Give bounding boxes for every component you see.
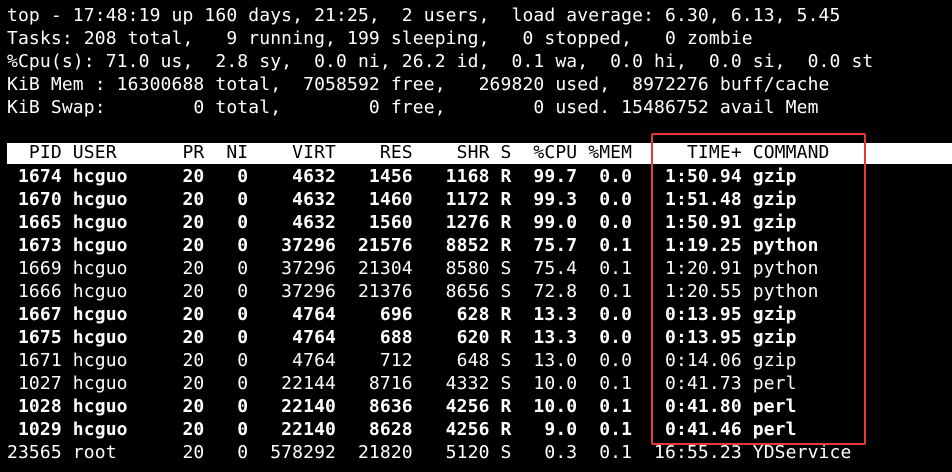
process-row: 1671 hcguo 20 0 4764 712 648 S 13.0 0.0 …	[7, 350, 797, 371]
summary-swap: KiB Swap: 0 total, 0 free, 0 used. 15486…	[7, 97, 819, 118]
process-row: 1669 hcguo 20 0 37296 21304 8580 S 75.4 …	[7, 258, 819, 279]
process-row: 1673 hcguo 20 0 37296 21576 8852 R 75.7 …	[7, 235, 819, 256]
summary-cpu: %Cpu(s): 71.0 us, 2.8 sy, 0.0 ni, 26.2 i…	[7, 51, 874, 72]
terminal-window[interactable]: top - 17:48:19 up 160 days, 21:25, 2 use…	[0, 0, 952, 472]
process-table-header: PID USER PR NI VIRT RES SHR S %CPU %MEM …	[7, 142, 830, 163]
process-row: 1665 hcguo 20 0 4632 1560 1276 R 99.0 0.…	[7, 212, 797, 233]
process-row: 1027 hcguo 20 0 22144 8716 4332 S 10.0 0…	[7, 373, 797, 394]
process-row: 23565 root 20 0 578292 21820 5120 S 0.3 …	[7, 442, 852, 463]
process-row: 1666 hcguo 20 0 37296 21376 8656 S 72.8 …	[7, 281, 819, 302]
process-row: 1670 hcguo 20 0 4632 1460 1172 R 99.3 0.…	[7, 189, 797, 210]
process-row: 1029 hcguo 20 0 22140 8628 4256 R 9.0 0.…	[7, 419, 797, 440]
summary-uptime-load: top - 17:48:19 up 160 days, 21:25, 2 use…	[7, 5, 841, 26]
summary-mem: KiB Mem : 16300688 total, 7058592 free, …	[7, 74, 830, 95]
process-row: 1667 hcguo 20 0 4764 696 628 R 13.3 0.0 …	[7, 304, 797, 325]
summary-tasks: Tasks: 208 total, 9 running, 199 sleepin…	[7, 28, 753, 49]
process-row: 1675 hcguo 20 0 4764 688 620 R 13.3 0.0 …	[7, 327, 797, 348]
process-row: 1028 hcguo 20 0 22140 8636 4256 R 10.0 0…	[7, 396, 797, 417]
process-row: 1674 hcguo 20 0 4632 1456 1168 R 99.7 0.…	[7, 166, 797, 187]
